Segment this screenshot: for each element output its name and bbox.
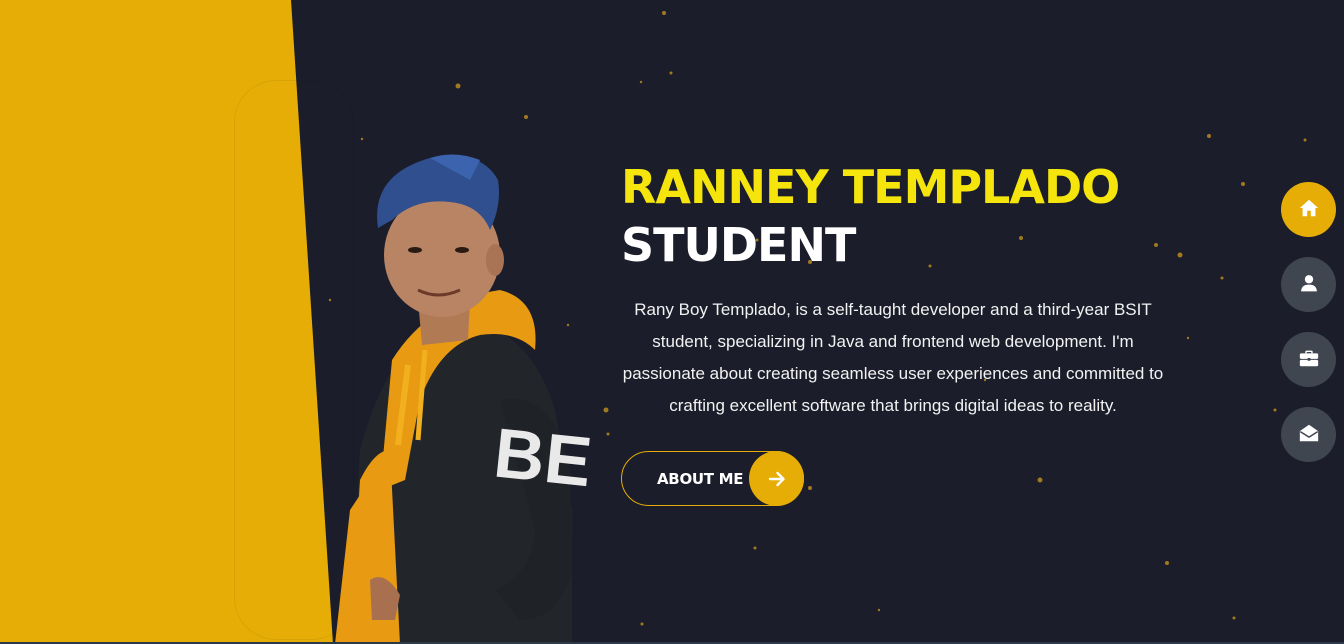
nav-about-button[interactable]: [1281, 257, 1336, 312]
about-me-button[interactable]: ABOUT ME: [621, 451, 804, 506]
nav-contact-button[interactable]: [1281, 407, 1336, 462]
nav-portfolio-button[interactable]: [1281, 332, 1336, 387]
hero-bio: Rany Boy Templado, is a self-taught deve…: [622, 300, 1164, 415]
nav-home-button[interactable]: [1281, 182, 1336, 237]
home-icon: [1298, 197, 1320, 223]
hero-section: BE RANNEY TEMPLADO STUDENT Rany Boy Temp…: [0, 0, 1344, 644]
arrow-right-icon: [749, 451, 804, 506]
hoodie-print-text: BE: [490, 414, 590, 502]
hero-role: STUDENT: [621, 218, 856, 272]
portrait-photo: BE: [335, 154, 590, 644]
user-icon: [1299, 273, 1319, 297]
hero-name: RANNEY TEMPLADO: [621, 160, 1120, 214]
briefcase-icon: [1298, 347, 1320, 373]
envelope-open-icon: [1298, 422, 1320, 448]
hero-text: RANNEY TEMPLADO STUDENT Rany Boy Templad…: [621, 158, 1181, 422]
side-navigation: [1281, 182, 1337, 482]
about-me-label: ABOUT ME: [657, 469, 744, 488]
